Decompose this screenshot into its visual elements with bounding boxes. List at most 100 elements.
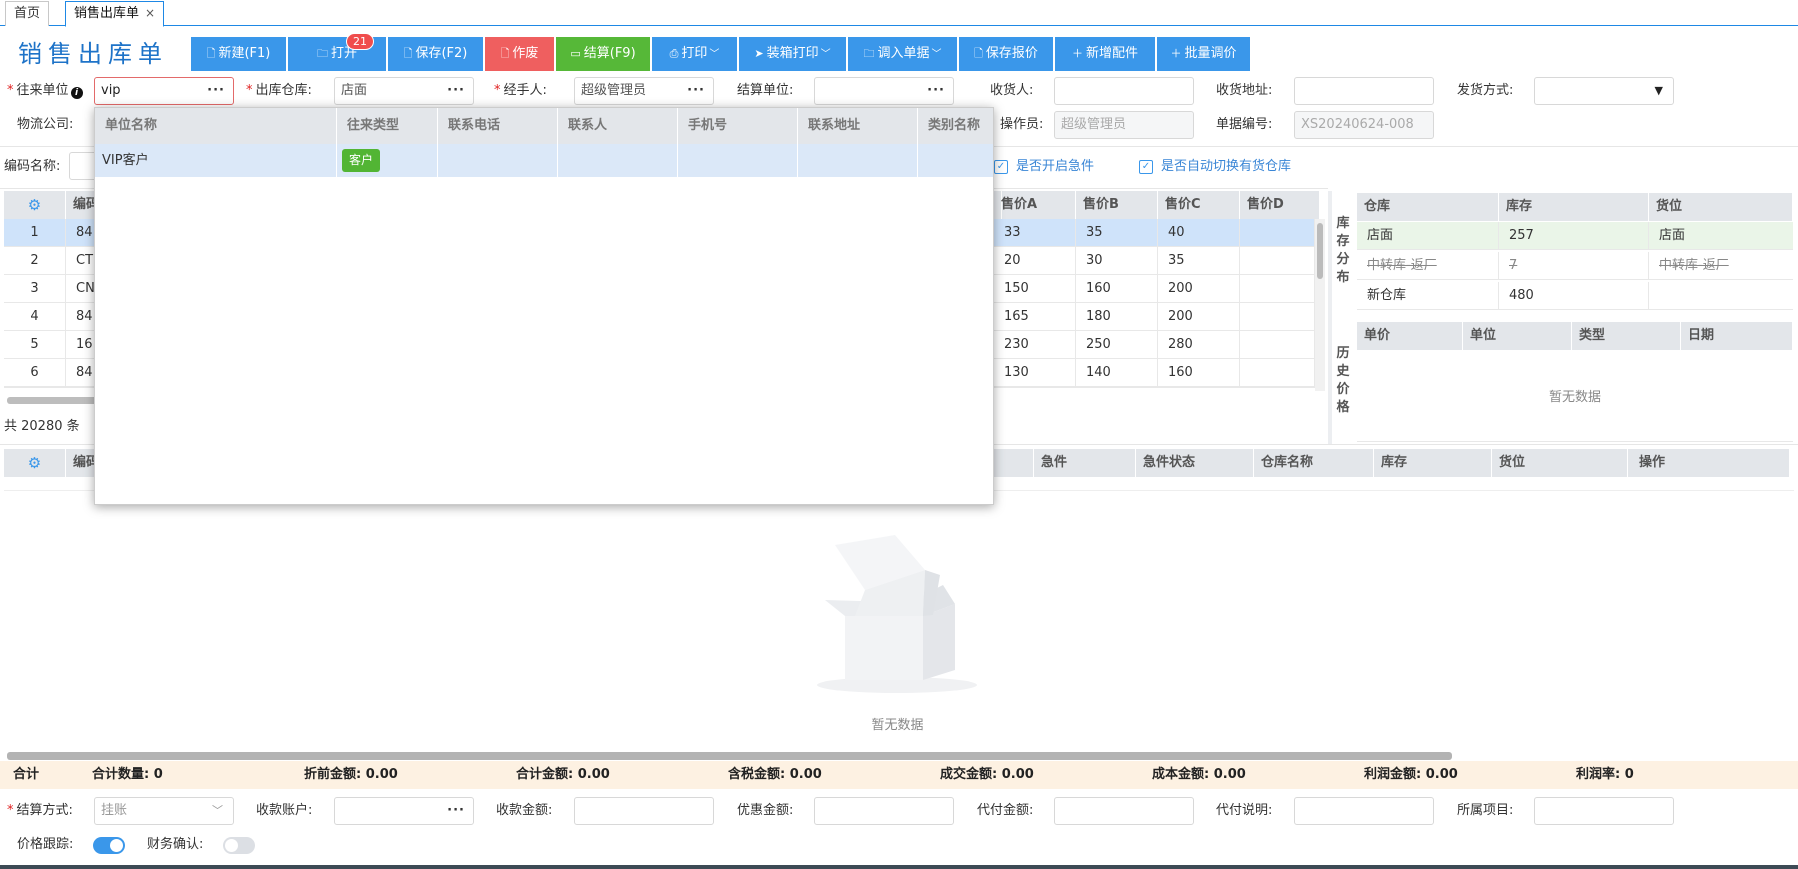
more-icon[interactable]: ··· [447,78,465,104]
info-icon: i [70,87,83,99]
horizontal-scrollbar[interactable] [7,752,1452,760]
folder-icon: 🗀 [863,47,875,60]
horizontal-scrollbar[interactable] [7,397,97,404]
history-panel-title: 历史价格 [1336,346,1350,415]
col-partner-name: 单位名称 [95,108,337,144]
stock-qty: 7 [1499,252,1649,279]
import-button[interactable]: 🗀 调入单据 ﹀ [848,37,958,71]
tab-home[interactable]: 首页 [5,1,50,26]
document-icon: 🗋 [974,47,983,60]
address-input[interactable] [1294,77,1434,105]
save-label: 保存(F2) [415,46,468,61]
handler-input[interactable]: 超级管理员 ··· [574,77,714,105]
stock-warehouse: 中转库-返厂 [1357,252,1499,279]
empty-box-icon [817,535,977,693]
total-deal: 成交金额: 0.00 [940,767,1034,782]
column-settings-icon[interactable]: ⚙ [4,191,66,219]
account-label: 收款账户: [256,803,313,818]
partner-phone [438,144,558,177]
settle-unit-input[interactable]: ··· [814,77,954,105]
void-button[interactable]: 🗋 作废 [485,37,555,71]
ship-method-label: 发货方式: [1457,83,1514,98]
project-input[interactable] [1534,797,1674,825]
partner-input[interactable]: vip ··· [94,77,234,105]
more-icon[interactable]: ··· [927,78,945,104]
partner-value: vip [101,83,121,98]
col-unit: 单位 [1463,322,1572,350]
close-icon[interactable]: × [145,6,155,20]
wallet-icon: ▭ [570,47,581,60]
box-print-button[interactable]: ➤ 装箱打印 ﹀ [739,37,847,71]
dropdown-header: 单位名称 往来类型 联系电话 联系人 手机号 联系地址 类别名称 [95,108,993,144]
column-settings-icon[interactable]: ⚙ [4,449,66,477]
col-type: 类型 [1572,322,1681,350]
more-icon[interactable]: ··· [207,78,225,104]
auto-switch-checkbox[interactable]: ✓ [1139,160,1153,174]
total-cost: 成本金额: 0.00 [1152,767,1246,782]
urgent-label: 是否开启急件 [1016,159,1095,174]
cell-price-a: 20 [994,247,1076,274]
splitter[interactable] [1328,191,1332,444]
document-icon: 🗋 [403,47,413,60]
tab-sales-outbound[interactable]: 销售出库单 × [65,1,165,27]
document-icon: 🗋 [206,47,216,60]
cell-price-d [1240,303,1315,330]
save-quote-button[interactable]: 🗋 保存报价 [959,37,1054,71]
col-price-d: 售价D [1240,191,1320,219]
more-icon[interactable]: ··· [447,798,465,824]
dropdown-row[interactable]: VIP客户 客户 [95,144,993,177]
cell-price-b: 180 [1076,303,1158,330]
scrollbar[interactable] [1315,219,1325,391]
agent-amount-input[interactable] [1054,797,1194,825]
cell-price-b: 140 [1076,359,1158,386]
save-button[interactable]: 🗋 保存(F2) [388,37,484,71]
receive-amount-input[interactable] [574,797,714,825]
discount-amount-input[interactable] [814,797,954,825]
row-number: 4 [4,303,66,330]
settle-method-label: * 结算方式: [7,803,73,818]
more-icon[interactable]: ··· [687,78,705,104]
ship-method-select[interactable]: ▼ [1534,77,1674,105]
price-track-toggle[interactable] [93,837,125,854]
cell-price-c: 200 [1158,303,1240,330]
receiver-input[interactable] [1054,77,1194,105]
settle-button[interactable]: ▭ 结算(F9) [556,37,651,71]
folder-icon: 🗀 [316,47,328,60]
handler-label-text: 经手人: [503,83,547,98]
warehouse-input[interactable]: 店面 ··· [334,77,474,105]
add-part-button[interactable]: ＋新增配件 [1055,37,1156,71]
stock-row[interactable]: 店面 257 店面 [1357,222,1793,250]
stock-location: 店面 [1659,228,1686,243]
cell-price-d [1240,275,1315,302]
handler-label: * 经手人: [494,83,547,98]
open-button[interactable]: 🗀 打开 21 [288,33,387,71]
cell-price-d [1240,247,1315,274]
finance-confirm-label: 财务确认: [147,837,204,852]
col-warehouse: 仓库 [1357,193,1499,221]
agent-desc-input[interactable] [1294,797,1434,825]
box-print-label: 装箱打印 [766,46,819,61]
total-sum: 合计金额: 0.00 [516,767,610,782]
stock-row[interactable]: 中转库-返厂 7 中转库-返厂 [1357,252,1793,280]
col-unit-price: 单价 [1357,322,1463,350]
total-profit: 利润金额: 0.00 [1364,767,1458,782]
cell-price-c: 280 [1158,331,1240,358]
warehouse-value: 店面 [341,83,368,98]
batch-price-button[interactable]: ＋批量调价 [1157,37,1251,71]
new-button[interactable]: 🗋 新建(F1) [191,37,287,71]
partner-label-text: 往来单位 [16,83,69,98]
settle-method-select[interactable]: 挂账 ﹀ [94,797,234,825]
cell-price-a: 230 [994,331,1076,358]
cell-price-b: 160 [1076,275,1158,302]
save-quote-label: 保存报价 [985,46,1038,61]
plus-icon: ＋ [1071,47,1083,60]
urgent-checkbox[interactable]: ✓ [994,160,1008,174]
add-part-label: 新增配件 [1085,46,1138,61]
account-input[interactable]: ··· [334,797,474,825]
stock-row[interactable]: 新仓库 480 [1357,282,1793,310]
print-button[interactable]: ⎙ 打印 ﹀ [652,37,738,71]
docno-value: XS20240624-008 [1301,117,1414,132]
col-category: 类别名称 [928,118,981,133]
chevron-down-icon: ﹀ [709,49,720,60]
finance-confirm-toggle[interactable] [223,837,255,854]
